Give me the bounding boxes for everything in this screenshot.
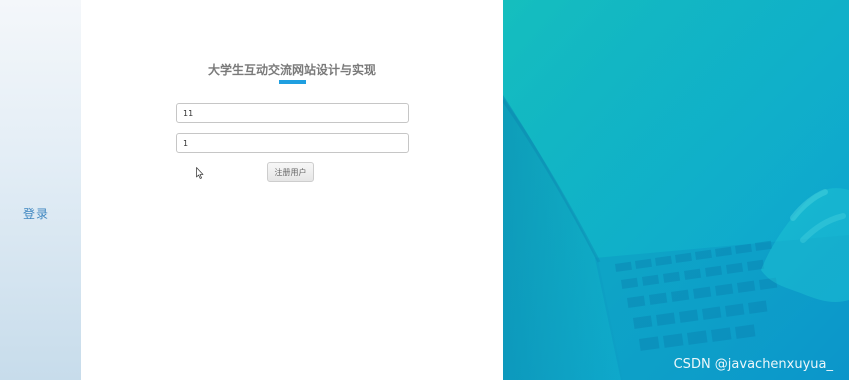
left-sidebar: 登录 <box>0 0 81 380</box>
hero-image: CSDN @javachenxuyua_ <box>503 0 849 380</box>
username-input[interactable] <box>176 103 409 123</box>
login-link[interactable]: 登录 <box>0 205 72 222</box>
password-input[interactable] <box>176 133 409 153</box>
mouse-pointer-icon <box>196 167 204 179</box>
register-button[interactable]: 注册用户 <box>267 162 314 182</box>
title-underline <box>279 80 306 84</box>
laptop-illustration <box>503 0 849 380</box>
watermark-text: CSDN @javachenxuyua_ <box>673 357 833 372</box>
login-form-panel: 大学生互动交流网站设计与实现 注册用户 <box>81 0 503 380</box>
page-title: 大学生互动交流网站设计与实现 <box>207 63 376 77</box>
